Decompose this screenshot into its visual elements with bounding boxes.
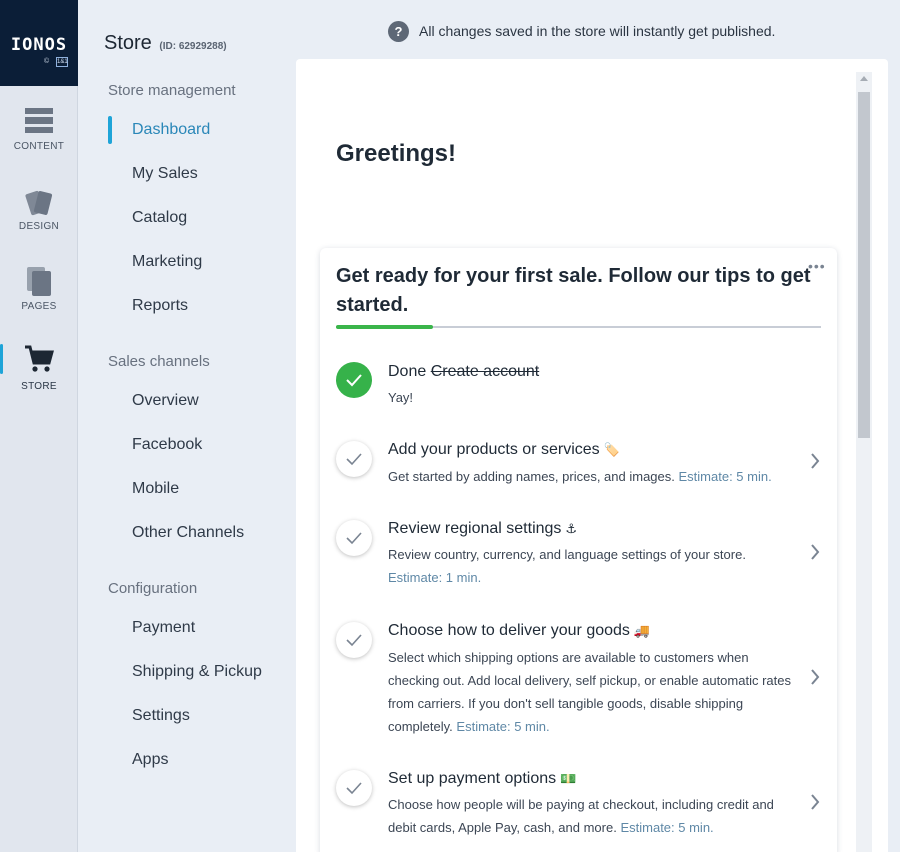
rail-label: PAGES <box>21 301 57 312</box>
nav-item-marketing[interactable]: Marketing <box>132 253 202 271</box>
store-nav: Store (ID: 62929288) Store management Da… <box>78 0 296 852</box>
chevron-right-icon[interactable] <box>810 669 820 685</box>
logo-copyright: © <box>44 58 50 65</box>
chevron-right-icon[interactable] <box>810 453 820 469</box>
step-desc-text: Choose how people will be paying at chec… <box>388 797 774 835</box>
store-id: (ID: 62929288) <box>159 41 227 52</box>
help-icon[interactable]: ? <box>388 20 409 42</box>
nav-section-configuration: Configuration <box>108 580 198 597</box>
check-icon[interactable] <box>336 770 372 806</box>
step-title: Add your products or services 🏷️ <box>388 441 620 459</box>
step-title: Done Create account <box>388 363 539 381</box>
step-desc-text: Get started by adding names, prices, and… <box>388 469 675 484</box>
nav-item-dashboard[interactable]: Dashboard <box>132 121 210 139</box>
truck-icon: 🚚 <box>633 623 651 638</box>
rail-item-content[interactable]: CONTENT <box>0 96 78 176</box>
step-estimate: Estimate: 5 min. <box>678 469 772 484</box>
tag-icon: 🏷️ <box>603 442 620 457</box>
store-title-text: Store <box>104 32 152 54</box>
nav-item-reports[interactable]: Reports <box>132 297 188 315</box>
step-desc: Select which shipping options are availa… <box>388 646 798 738</box>
card-menu-icon[interactable]: ••• <box>808 258 826 274</box>
nav-item-settings[interactable]: Settings <box>132 707 190 725</box>
step-done-prefix: Done <box>388 363 427 380</box>
nav-item-payment[interactable]: Payment <box>132 619 195 637</box>
rail-label: CONTENT <box>13 141 65 152</box>
nav-section-sales-channels: Sales channels <box>108 353 210 370</box>
publish-notice: ? All changes saved in the store will in… <box>388 20 775 42</box>
step-title: Set up payment options 💵 <box>388 770 576 788</box>
step-estimate: Estimate: 5 min. <box>456 719 550 734</box>
chevron-right-icon[interactable] <box>810 794 820 810</box>
step-desc: Get started by adding names, prices, and… <box>388 465 798 488</box>
step-title-text: Add your products or services <box>388 441 600 458</box>
greeting-heading: Greetings! <box>336 140 457 167</box>
rail-item-store[interactable]: STORE <box>0 340 78 420</box>
nav-item-overview[interactable]: Overview <box>132 392 199 410</box>
logo-text: IONOS <box>10 35 68 55</box>
scrollbar-thumb[interactable] <box>858 92 870 438</box>
check-icon[interactable] <box>336 441 372 477</box>
ionos-logo[interactable]: IONOS © 1&1 <box>0 0 78 86</box>
rail-label: DESIGN <box>18 221 60 232</box>
step-estimate: Estimate: 5 min. <box>620 820 714 835</box>
step-title: Choose how to deliver your goods 🚚 <box>388 622 650 640</box>
nav-item-facebook[interactable]: Facebook <box>132 436 202 454</box>
nav-item-mobile[interactable]: Mobile <box>132 480 179 498</box>
check-icon[interactable] <box>336 622 372 658</box>
step-title-text: Review regional settings <box>388 520 562 537</box>
nav-section-store-management: Store management <box>108 82 236 99</box>
anchor-icon: ⚓ <box>565 521 578 536</box>
nav-item-apps[interactable]: Apps <box>132 751 168 769</box>
step-desc: Review country, currency, and language s… <box>388 543 798 589</box>
nav-item-my-sales[interactable]: My Sales <box>132 165 198 183</box>
check-icon[interactable] <box>336 520 372 556</box>
active-nav-indicator <box>108 116 112 144</box>
nav-item-shipping-pickup[interactable]: Shipping & Pickup <box>132 663 262 681</box>
rail-item-pages[interactable]: PAGES <box>0 256 78 336</box>
tips-card-title: Get ready for your first sale. Follow ou… <box>336 265 811 316</box>
chevron-right-icon[interactable] <box>810 544 820 560</box>
rail-label: STORE <box>21 381 57 392</box>
nav-item-catalog[interactable]: Catalog <box>132 209 187 227</box>
check-done-icon <box>336 362 372 398</box>
cart-icon <box>25 345 54 372</box>
step-title-text: Set up payment options <box>388 770 557 787</box>
step-title: Review regional settings ⚓ <box>388 520 577 538</box>
publish-notice-text: All changes saved in the store will inst… <box>419 23 776 39</box>
step-desc-text: Review country, currency, and language s… <box>388 547 746 562</box>
money-icon: 💵 <box>560 771 577 786</box>
store-title: Store (ID: 62929288) <box>104 32 227 55</box>
app-rail: IONOS © 1&1 CONTENT DESIGN PAGES STORE <box>0 0 78 852</box>
step-desc-text: Select which shipping options are availa… <box>388 650 791 734</box>
nav-item-other-channels[interactable]: Other Channels <box>132 524 244 542</box>
pages-icon <box>27 267 51 296</box>
rail-item-design[interactable]: DESIGN <box>0 176 78 256</box>
step-desc: Choose how people will be paying at chec… <box>388 793 798 839</box>
step-title-text: Choose how to deliver your goods <box>388 622 630 639</box>
progress-bar <box>336 325 433 329</box>
scroll-up-arrow[interactable] <box>860 76 868 81</box>
step-title-text: Create account <box>430 363 540 380</box>
step-estimate: Estimate: 1 min. <box>388 570 482 585</box>
step-desc: Yay! <box>388 390 414 405</box>
design-icon <box>25 190 53 216</box>
logo-badge: 1&1 <box>56 57 68 67</box>
content-icon <box>25 108 53 133</box>
